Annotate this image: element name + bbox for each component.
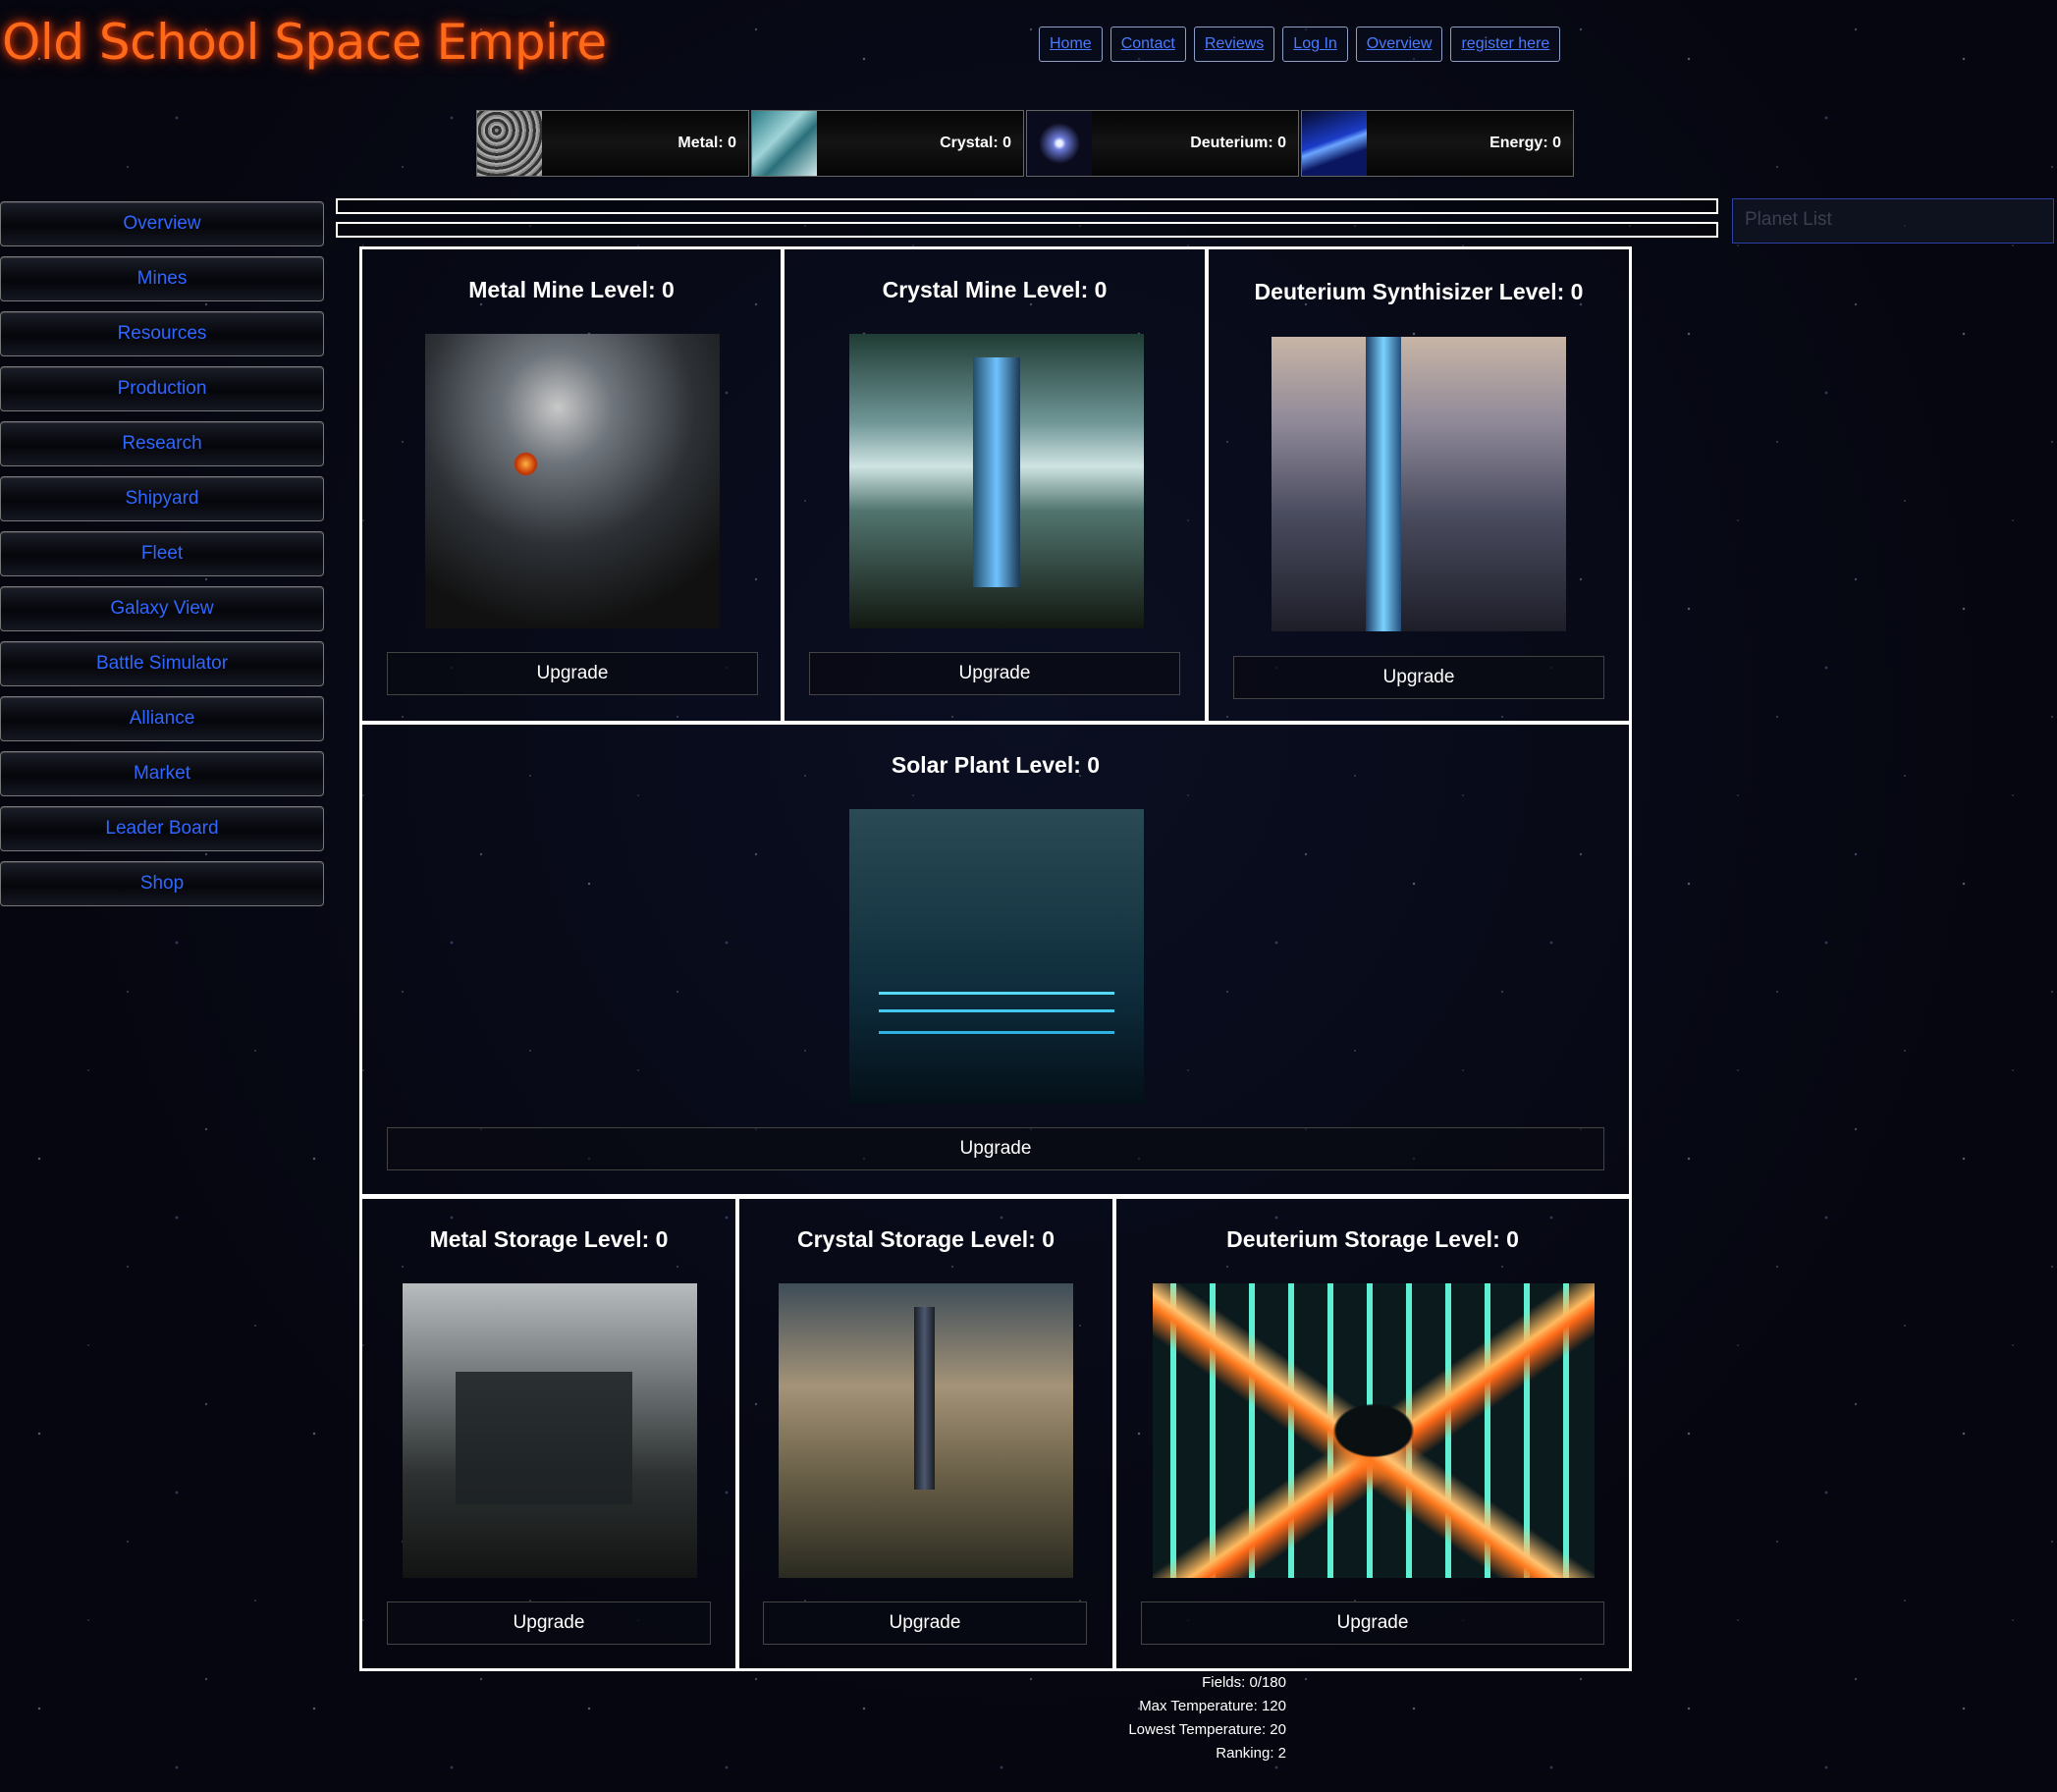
metal-storage-upgrade-button[interactable]: Upgrade bbox=[387, 1602, 711, 1645]
resource-energy: Energy: 0 bbox=[1301, 110, 1574, 177]
deuterium-storage-card: Deuterium Storage Level: 0 Upgrade bbox=[1113, 1196, 1632, 1671]
solar-plant-title: Solar Plant Level: 0 bbox=[891, 752, 1101, 778]
resource-deuterium: Deuterium: 0 bbox=[1026, 110, 1299, 177]
crystal-mine-card: Crystal Mine Level: 0 Upgrade bbox=[782, 246, 1208, 724]
sidebar-item-battle-simulator[interactable]: Battle Simulator bbox=[0, 641, 324, 686]
sidebar-item-galaxy-view[interactable]: Galaxy View bbox=[0, 586, 324, 631]
deuterium-storage-title: Deuterium Storage Level: 0 bbox=[1226, 1226, 1519, 1252]
sidebar-item-market[interactable]: Market bbox=[0, 751, 324, 796]
crystal-storage-card: Crystal Storage Level: 0 Upgrade bbox=[736, 1196, 1115, 1671]
crystal-amount: Crystal: 0 bbox=[940, 135, 1011, 151]
crystal-mine-upgrade-button[interactable]: Upgrade bbox=[809, 652, 1180, 695]
nav-login-link[interactable]: Log In bbox=[1282, 27, 1348, 62]
nav-home-link[interactable]: Home bbox=[1039, 27, 1103, 62]
metal-storage-image bbox=[403, 1283, 697, 1578]
metal-resource-icon bbox=[477, 111, 542, 176]
metal-mine-card: Metal Mine Level: 0 Upgrade bbox=[359, 246, 784, 724]
sidebar-item-research[interactable]: Research bbox=[0, 421, 324, 466]
sidebar-item-shop[interactable]: Shop bbox=[0, 861, 324, 906]
nav-contact-link[interactable]: Contact bbox=[1110, 27, 1186, 62]
metal-amount: Metal: 0 bbox=[677, 135, 736, 151]
solar-plant-image bbox=[849, 809, 1144, 1104]
crystal-mine-image bbox=[849, 334, 1144, 628]
crystal-storage-upgrade-button[interactable]: Upgrade bbox=[763, 1602, 1087, 1645]
crystal-mine-title: Crystal Mine Level: 0 bbox=[882, 277, 1108, 302]
metal-mine-title: Metal Mine Level: 0 bbox=[468, 277, 675, 302]
deuterium-resource-icon bbox=[1027, 111, 1092, 176]
deuterium-synthesizer-upgrade-button[interactable]: Upgrade bbox=[1233, 656, 1604, 699]
metal-storage-card: Metal Storage Level: 0 Upgrade bbox=[359, 1196, 738, 1671]
solar-plant-card: Solar Plant Level: 0 Upgrade bbox=[359, 722, 1632, 1197]
planet-max-temperature: Max Temperature: 120 bbox=[1139, 1698, 1286, 1714]
resource-metal: Metal: 0 bbox=[476, 110, 749, 177]
deuterium-amount: Deuterium: 0 bbox=[1190, 135, 1286, 151]
deuterium-storage-upgrade-button[interactable]: Upgrade bbox=[1141, 1602, 1604, 1645]
deuterium-storage-image bbox=[1153, 1283, 1595, 1578]
metal-storage-title: Metal Storage Level: 0 bbox=[429, 1226, 669, 1252]
deuterium-synthesizer-image bbox=[1272, 337, 1566, 631]
sidebar-item-alliance[interactable]: Alliance bbox=[0, 696, 324, 741]
sidebar-item-shipyard[interactable]: Shipyard bbox=[0, 476, 324, 521]
sidebar-item-resources[interactable]: Resources bbox=[0, 311, 324, 356]
planet-ranking: Ranking: 2 bbox=[1216, 1745, 1286, 1762]
site-logo: Old School Space Empire bbox=[2, 14, 607, 71]
energy-amount: Energy: 0 bbox=[1489, 135, 1561, 151]
metal-mine-upgrade-button[interactable]: Upgrade bbox=[387, 652, 758, 695]
crystal-resource-icon bbox=[752, 111, 817, 176]
crystal-storage-title: Crystal Storage Level: 0 bbox=[796, 1226, 1056, 1252]
sidebar-item-fleet[interactable]: Fleet bbox=[0, 531, 324, 576]
metal-mine-image bbox=[425, 334, 720, 628]
deuterium-synthesizer-title: Deuterium Synthisizer Level: 0 bbox=[1254, 279, 1584, 304]
sidebar-item-production[interactable]: Production bbox=[0, 366, 324, 411]
energy-resource-icon bbox=[1302, 111, 1367, 176]
sidebar-menu: Overview Mines Resources Production Rese… bbox=[0, 201, 324, 916]
sidebar-item-mines[interactable]: Mines bbox=[0, 256, 324, 301]
nav-overview-link[interactable]: Overview bbox=[1355, 27, 1443, 62]
planet-info: Fields: 0/180 Max Temperature: 120 Lowes… bbox=[1080, 1671, 1286, 1765]
nav-register-link[interactable]: register here bbox=[1450, 27, 1561, 62]
crystal-storage-image bbox=[779, 1283, 1073, 1578]
top-navigation: Home Contact Reviews Log In Overview reg… bbox=[1039, 27, 1561, 62]
resource-bar: Metal: 0 Crystal: 0 Deuterium: 0 Energy:… bbox=[476, 110, 1574, 177]
sidebar-item-overview[interactable]: Overview bbox=[0, 201, 324, 246]
nav-reviews-link[interactable]: Reviews bbox=[1193, 27, 1275, 62]
deuterium-synthesizer-card: Deuterium Synthisizer Level: 0 Upgrade bbox=[1206, 246, 1632, 724]
sidebar-item-leader-board[interactable]: Leader Board bbox=[0, 806, 324, 851]
progress-bar-bottom bbox=[336, 222, 1718, 238]
planet-list-dropdown[interactable]: Planet List bbox=[1732, 198, 2054, 244]
solar-plant-upgrade-button[interactable]: Upgrade bbox=[387, 1127, 1604, 1170]
planet-lowest-temperature: Lowest Temperature: 20 bbox=[1128, 1721, 1286, 1738]
progress-bar-top bbox=[336, 198, 1718, 214]
planet-fields: Fields: 0/180 bbox=[1202, 1674, 1286, 1691]
resource-crystal: Crystal: 0 bbox=[751, 110, 1024, 177]
